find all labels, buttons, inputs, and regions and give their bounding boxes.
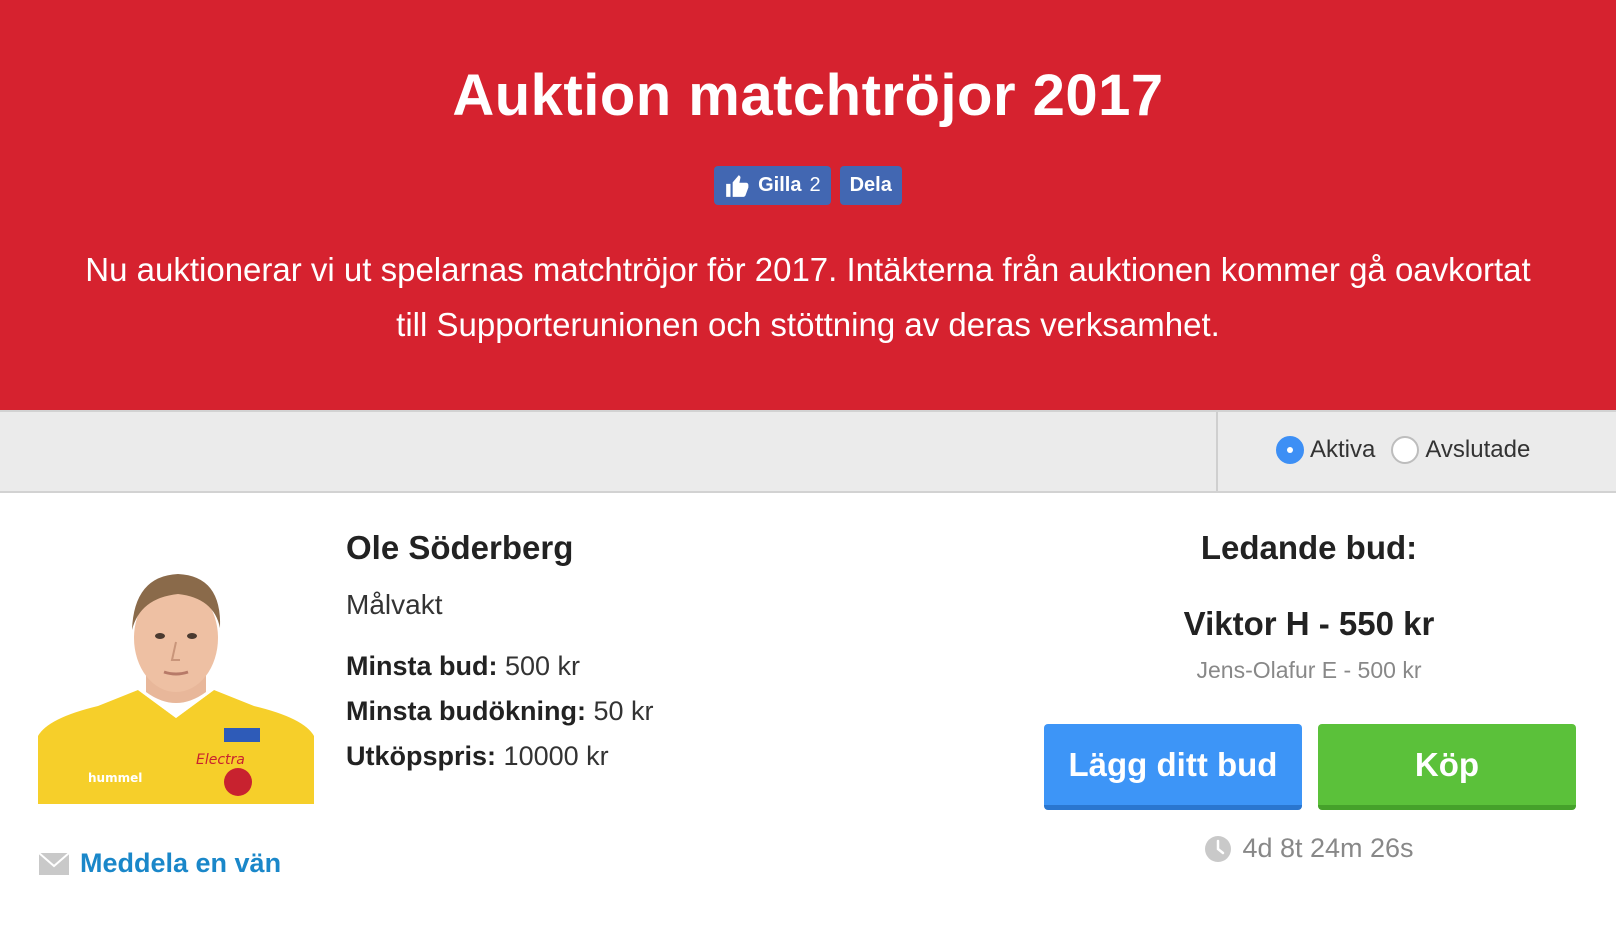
like-count: 2 xyxy=(809,174,821,196)
radio-checked-icon xyxy=(1276,436,1304,464)
thumbs-up-icon xyxy=(726,174,749,197)
filter-finished-label: Avslutade xyxy=(1425,436,1531,463)
filter-active-label: Aktiva xyxy=(1310,436,1376,463)
status-filter: Aktiva Avslutade xyxy=(1276,436,1546,464)
hero-banner: Auktion matchtröjor 2017 Gilla 2 Dela Nu… xyxy=(0,0,1616,410)
auction-item: Electra hummel Meddela en vän Ole Söderb… xyxy=(0,493,1616,930)
min-increment-label: Minsta budökning: xyxy=(346,696,586,726)
previous-bid: Jens-Olafur E - 500 kr xyxy=(1196,657,1422,683)
bid-panel: Ledande bud: Viktor H - 550 kr Jens-Olaf… xyxy=(1044,529,1574,684)
filter-divider xyxy=(1216,412,1218,491)
buy-button[interactable]: Köp xyxy=(1318,724,1576,810)
facebook-buttons: Gilla 2 Dela xyxy=(0,166,1616,205)
auction-description: Nu auktionerar vi ut spelarnas matchtröj… xyxy=(85,251,1531,343)
page-title: Auktion matchtröjor 2017 xyxy=(452,63,1164,128)
share-link-text: Meddela en vän xyxy=(80,848,282,878)
svg-text:Electra: Electra xyxy=(196,752,245,768)
facebook-share-button[interactable]: Dela xyxy=(839,166,902,205)
item-info: Ole Söderberg Målvakt Minsta bud: 500 kr… xyxy=(346,529,654,772)
player-photo: Electra hummel xyxy=(38,568,314,804)
filter-active-radio[interactable]: Aktiva xyxy=(1276,436,1375,464)
place-bid-button[interactable]: Lägg ditt bud xyxy=(1044,724,1302,810)
mail-icon xyxy=(38,851,70,875)
filter-finished-radio[interactable]: Avslutade xyxy=(1391,436,1530,464)
player-position: Målvakt xyxy=(346,589,443,620)
bid-actions: Lägg ditt bud Köp xyxy=(1044,724,1576,810)
share-label: Dela xyxy=(849,174,892,196)
min-bid-row: Minsta bud: 500 kr xyxy=(346,651,654,682)
min-increment-row: Minsta budökning: 50 kr xyxy=(346,696,654,727)
buyout-row: Utköpspris: 10000 kr xyxy=(346,741,654,772)
filter-bar: Aktiva Avslutade xyxy=(0,410,1616,493)
leading-bid: Viktor H - 550 kr xyxy=(1183,605,1435,642)
like-label: Gilla xyxy=(758,174,802,196)
svg-text:hummel: hummel xyxy=(88,771,142,785)
share-with-friend-link[interactable]: Meddela en vän xyxy=(38,848,281,879)
buyout-value: 10000 kr xyxy=(503,741,609,771)
time-remaining: 4d 8t 24m 26s xyxy=(1044,833,1574,864)
leading-bid-label: Ledande bud: xyxy=(1200,529,1418,566)
time-remaining-text: 4d 8t 24m 26s xyxy=(1242,833,1414,863)
min-bid-label: Minsta bud: xyxy=(346,651,498,681)
player-name: Ole Söderberg xyxy=(346,529,574,566)
min-increment-value: 50 kr xyxy=(593,696,654,726)
facebook-like-button[interactable]: Gilla 2 xyxy=(714,166,831,205)
min-bid-value: 500 kr xyxy=(505,651,581,681)
radio-unchecked-icon xyxy=(1391,436,1420,464)
clock-icon xyxy=(1205,835,1232,862)
buyout-label: Utköpspris: xyxy=(346,741,497,771)
